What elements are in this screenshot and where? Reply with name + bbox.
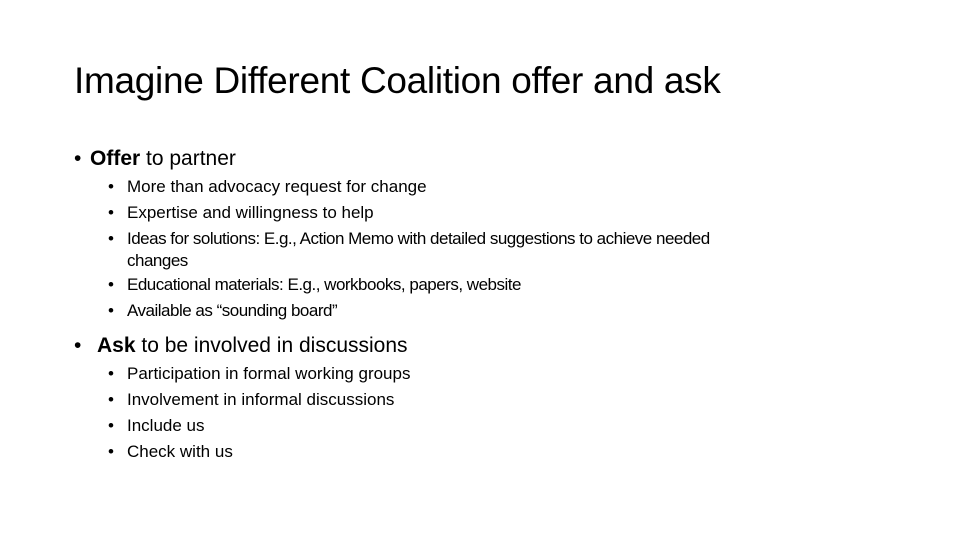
bullet-icon: • bbox=[108, 301, 114, 320]
ask-heading-text: to be involved in discussions bbox=[135, 334, 408, 357]
bullet-icon: • bbox=[74, 147, 82, 170]
list-item-text: Ideas for solutions: E.g., Action Memo w… bbox=[127, 229, 710, 248]
list-item: • Include us bbox=[108, 413, 410, 439]
offer-list: • More than advocacy request for change … bbox=[108, 174, 710, 324]
list-item: • Check with us bbox=[108, 439, 410, 465]
bullet-icon: • bbox=[108, 177, 114, 196]
list-item: • Involvement in informal discussions bbox=[108, 387, 410, 413]
bullet-icon: • bbox=[108, 442, 114, 461]
list-item: • More than advocacy request for change bbox=[108, 174, 710, 200]
list-item-text: More than advocacy request for change bbox=[127, 177, 427, 196]
ask-bold-label: Ask bbox=[97, 334, 136, 357]
list-item-text-continued: changes bbox=[127, 251, 188, 270]
list-item: • Ideas for solutions: E.g., Action Memo… bbox=[108, 226, 710, 272]
bullet-icon: • bbox=[108, 364, 114, 383]
bullet-icon: • bbox=[108, 390, 114, 409]
list-item-text: Educational materials: E.g., workbooks, … bbox=[127, 275, 521, 294]
list-item-text: Check with us bbox=[127, 442, 233, 461]
list-item-text: Involvement in informal discussions bbox=[127, 390, 395, 409]
slide-title: Imagine Different Coalition offer and as… bbox=[74, 60, 721, 101]
offer-heading: • Offer to partner bbox=[74, 146, 236, 172]
list-item-text: Participation in formal working groups bbox=[127, 364, 411, 383]
ask-heading: • Ask to be involved in discussions bbox=[74, 333, 408, 359]
list-item: • Participation in formal working groups bbox=[108, 361, 410, 387]
list-item: • Expertise and willingness to help bbox=[108, 200, 710, 226]
list-item-text: Available as “sounding board” bbox=[127, 301, 338, 320]
bullet-icon: • bbox=[108, 416, 114, 435]
ask-list: • Participation in formal working groups… bbox=[108, 361, 410, 465]
bullet-icon: • bbox=[108, 229, 114, 248]
bullet-icon: • bbox=[108, 275, 114, 294]
bullet-icon: • bbox=[108, 203, 114, 222]
offer-bold-label: Offer bbox=[90, 147, 141, 170]
list-item: • Educational materials: E.g., workbooks… bbox=[108, 272, 710, 298]
list-item-text: Expertise and willingness to help bbox=[127, 203, 374, 222]
list-item: • Available as “sounding board” bbox=[108, 298, 710, 324]
slide: Imagine Different Coalition offer and as… bbox=[0, 0, 960, 540]
offer-heading-text: to partner bbox=[140, 147, 236, 170]
list-item-text: Include us bbox=[127, 416, 205, 435]
bullet-icon: • bbox=[74, 334, 82, 357]
